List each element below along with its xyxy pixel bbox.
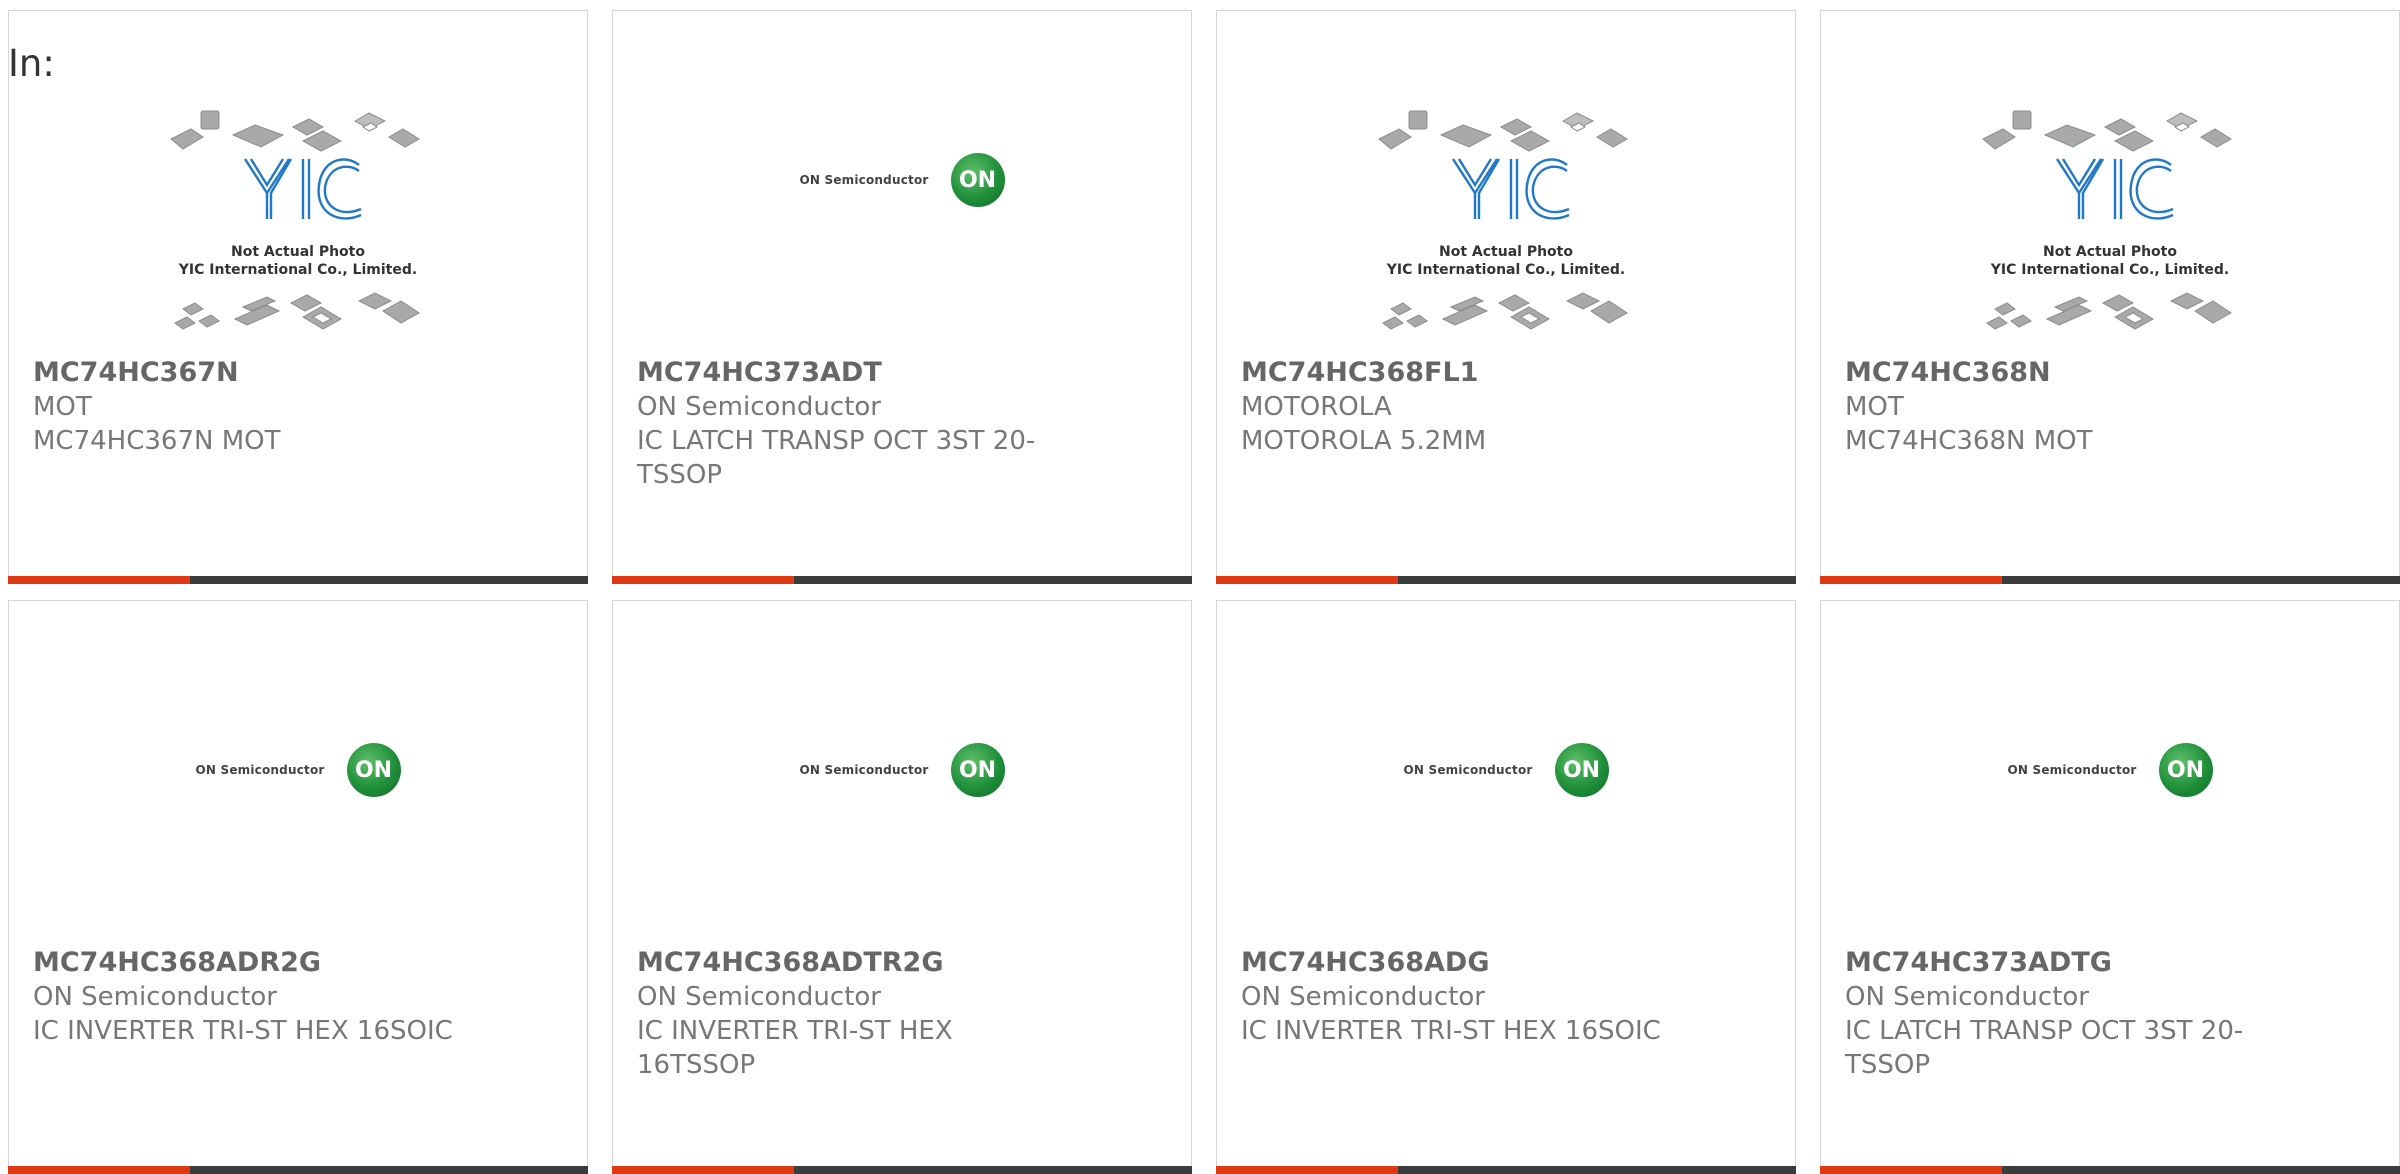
description: MOTOROLA 5.2MM [1241, 426, 1487, 456]
product-info: MC74HC373ADTG ON Semiconductor IC LATCH … [1845, 946, 2375, 1082]
filter-in-label: In: [8, 42, 55, 85]
card-accent-bar [1216, 576, 1398, 584]
on-logo-icon: ON [950, 743, 1005, 797]
product-info: MC74HC368ADTR2G ON Semiconductor IC INVE… [637, 946, 1167, 1082]
yic-placeholder-image: Not Actual Photo YIC International Co., … [1975, 97, 2245, 347]
card-bottom-bar [1820, 576, 2400, 584]
caption-line-2: YIC International Co., Limited. [1386, 262, 1626, 278]
part-number[interactable]: MC74HC373ADTG [1845, 946, 2375, 980]
description: IC INVERTER TRI-ST HEX 16TSSOP [637, 1016, 953, 1080]
product-info: MC74HC368N MOT MC74HC368N MOT [1845, 356, 2375, 458]
product-card[interactable]: ON Semiconductor ON MC74HC373ADT ON Semi… [612, 10, 1192, 584]
on-semiconductor-logo: ON Semiconductor ON [799, 153, 1005, 207]
yic-placeholder-image: Not Actual Photo YIC International Co., … [1371, 97, 1641, 347]
card-bottom-bar [612, 576, 1192, 584]
on-semiconductor-logo: ON Semiconductor ON [799, 743, 1005, 797]
caption-line-1: Not Actual Photo [231, 244, 365, 260]
card-bottom-bar [8, 576, 588, 584]
part-number[interactable]: MC74HC367N [33, 356, 563, 390]
product-grid: Not Actual Photo YIC International Co., … [0, 0, 2400, 1174]
chip-packages-icon [170, 110, 420, 330]
on-semiconductor-wordmark: ON Semiconductor [799, 173, 929, 187]
part-number[interactable]: MC74HC368FL1 [1241, 356, 1771, 390]
part-number[interactable]: MC74HC368N [1845, 356, 2375, 390]
on-logo-icon: ON [2158, 743, 2213, 797]
part-number[interactable]: MC74HC368ADTR2G [637, 946, 1167, 980]
on-semiconductor-wordmark: ON Semiconductor [1403, 763, 1533, 777]
product-card[interactable]: ON Semiconductor ON MC74HC368ADTR2G ON S… [612, 600, 1192, 1174]
on-semiconductor-wordmark: ON Semiconductor [2007, 763, 2137, 777]
product-card[interactable]: Not Actual Photo YIC International Co., … [1820, 10, 2400, 584]
part-number[interactable]: MC74HC368ADG [1241, 946, 1771, 980]
card-accent-bar [612, 576, 794, 584]
product-info: MC74HC368ADR2G ON Semiconductor IC INVER… [33, 946, 563, 1048]
product-image[interactable]: ON Semiconductor ON [613, 91, 1191, 353]
manufacturer: ON Semiconductor [637, 982, 881, 1012]
on-logo-icon: ON [1554, 743, 1609, 797]
placeholder-caption: Not Actual Photo YIC International Co., … [1975, 243, 2245, 279]
product-info: MC74HC373ADT ON Semiconductor IC LATCH T… [637, 356, 1167, 492]
caption-line-2: YIC International Co., Limited. [1990, 262, 2230, 278]
manufacturer: MOTOROLA [1241, 392, 1392, 422]
product-card[interactable]: ON Semiconductor ON MC74HC368ADR2G ON Se… [8, 600, 588, 1174]
card-bottom-bar [8, 1166, 588, 1174]
product-card[interactable]: ON Semiconductor ON MC74HC368ADG ON Semi… [1216, 600, 1796, 1174]
yic-placeholder-image: Not Actual Photo YIC International Co., … [163, 97, 433, 347]
card-accent-bar [1820, 576, 2002, 584]
manufacturer: ON Semiconductor [33, 982, 277, 1012]
card-bottom-bar [1820, 1166, 2400, 1174]
card-accent-bar [8, 1166, 190, 1174]
caption-line-1: Not Actual Photo [1439, 244, 1573, 260]
product-card[interactable]: Not Actual Photo YIC International Co., … [1216, 10, 1796, 584]
manufacturer: ON Semiconductor [1845, 982, 2089, 1012]
manufacturer: ON Semiconductor [637, 392, 881, 422]
product-info: MC74HC368FL1 MOTOROLA MOTOROLA 5.2MM [1241, 356, 1771, 458]
description: IC LATCH TRANSP OCT 3ST 20-TSSOP [1845, 1016, 2244, 1080]
manufacturer: MOT [33, 392, 92, 422]
part-number[interactable]: MC74HC368ADR2G [33, 946, 563, 980]
product-image[interactable]: ON Semiconductor ON [1821, 681, 2399, 943]
product-info: MC74HC368ADG ON Semiconductor IC INVERTE… [1241, 946, 1771, 1048]
card-accent-bar [1820, 1166, 2002, 1174]
card-bottom-bar [1216, 1166, 1796, 1174]
part-number[interactable]: MC74HC373ADT [637, 356, 1167, 390]
product-card[interactable]: ON Semiconductor ON MC74HC373ADTG ON Sem… [1820, 600, 2400, 1174]
chip-packages-icon [1982, 110, 2232, 330]
description: IC INVERTER TRI-ST HEX 16SOIC [1241, 1016, 1661, 1046]
product-info: MC74HC367N MOT MC74HC367N MOT [33, 356, 563, 458]
card-accent-bar [8, 576, 190, 584]
product-image[interactable]: Not Actual Photo YIC International Co., … [1821, 91, 2399, 353]
on-semiconductor-wordmark: ON Semiconductor [799, 763, 929, 777]
product-image[interactable]: Not Actual Photo YIC International Co., … [1217, 91, 1795, 353]
on-semiconductor-logo: ON Semiconductor ON [195, 743, 401, 797]
on-semiconductor-logo: ON Semiconductor ON [1403, 743, 1609, 797]
description: IC INVERTER TRI-ST HEX 16SOIC [33, 1016, 453, 1046]
card-accent-bar [1216, 1166, 1398, 1174]
product-image[interactable]: ON Semiconductor ON [1217, 681, 1795, 943]
product-card[interactable]: Not Actual Photo YIC International Co., … [8, 10, 588, 584]
on-logo-icon: ON [950, 153, 1005, 207]
card-accent-bar [612, 1166, 794, 1174]
description: IC LATCH TRANSP OCT 3ST 20-TSSOP [637, 426, 1036, 490]
on-semiconductor-logo: ON Semiconductor ON [2007, 743, 2213, 797]
description: MC74HC368N MOT [1845, 426, 2093, 456]
product-image[interactable]: ON Semiconductor ON [613, 681, 1191, 943]
caption-line-1: Not Actual Photo [2043, 244, 2177, 260]
card-bottom-bar [612, 1166, 1192, 1174]
placeholder-caption: Not Actual Photo YIC International Co., … [1371, 243, 1641, 279]
placeholder-caption: Not Actual Photo YIC International Co., … [163, 243, 433, 279]
on-logo-icon: ON [346, 743, 401, 797]
manufacturer: ON Semiconductor [1241, 982, 1485, 1012]
on-semiconductor-wordmark: ON Semiconductor [195, 763, 325, 777]
caption-line-2: YIC International Co., Limited. [178, 262, 418, 278]
manufacturer: MOT [1845, 392, 1904, 422]
product-image[interactable]: Not Actual Photo YIC International Co., … [9, 91, 587, 353]
description: MC74HC367N MOT [33, 426, 281, 456]
product-image[interactable]: ON Semiconductor ON [9, 681, 587, 943]
card-bottom-bar [1216, 576, 1796, 584]
chip-packages-icon [1378, 110, 1628, 330]
